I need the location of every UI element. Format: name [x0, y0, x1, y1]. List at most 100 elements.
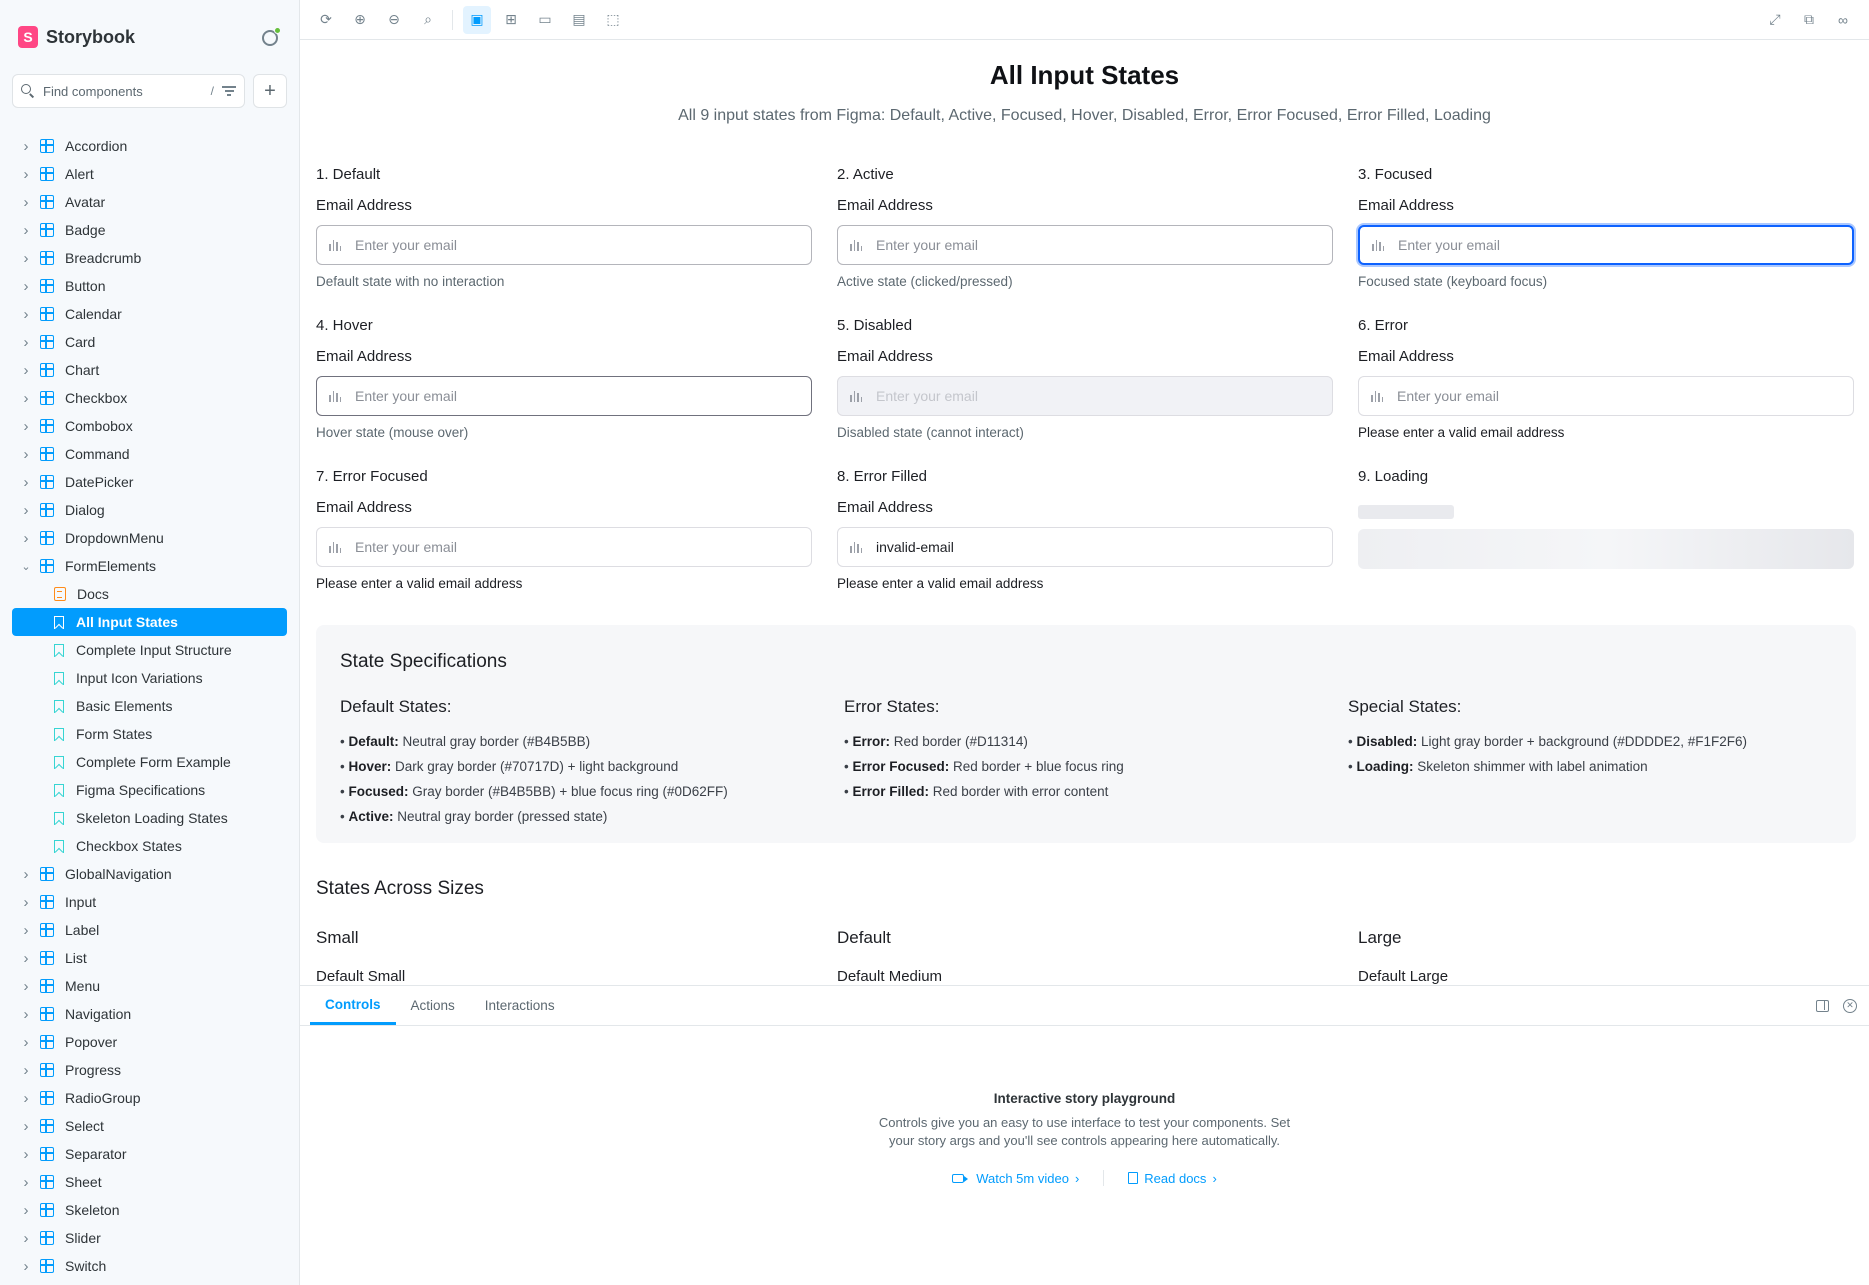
chevron-right-icon: › — [23, 277, 29, 295]
document-icon — [1128, 1172, 1139, 1184]
spec-key: Error Focused: — [852, 759, 950, 774]
sidebar-story-label: Form States — [76, 726, 153, 742]
sidebar-story-all-input-states[interactable]: All Input States — [12, 608, 287, 636]
sidebar-item-label[interactable]: › Label — [0, 916, 299, 944]
sidebar-item-input[interactable]: › Input — [0, 888, 299, 916]
chevron-right-icon: › — [23, 949, 29, 967]
component-icon — [40, 251, 54, 265]
email-input[interactable]: Enter your email — [316, 527, 812, 567]
size-column: Large Default Large — [1358, 928, 1854, 985]
spec-item: • Error Focused: Red border + blue focus… — [844, 759, 1124, 774]
sidebar-item-slider[interactable]: › Slider — [0, 1224, 299, 1252]
chevron-right-icon: › — [23, 445, 29, 463]
input-leading-icon — [329, 541, 343, 553]
grid-icon[interactable]: ⊞ — [497, 6, 525, 34]
sidebar-item-globalnavigation[interactable]: › GlobalNavigation — [0, 860, 299, 888]
settings-status-icon[interactable] — [261, 27, 281, 47]
sidebar-item-command[interactable]: › Command — [0, 440, 299, 468]
bookmark-icon — [54, 643, 64, 657]
zoom-reset-icon[interactable]: ⌕ — [414, 6, 442, 34]
chevron-right-icon: › — [23, 193, 29, 211]
tab-actions[interactable]: Actions — [396, 986, 470, 1025]
search-input[interactable]: Find components / — [12, 74, 245, 108]
sidebar-item-list[interactable]: › List — [0, 944, 299, 972]
sidebar-item-combobox[interactable]: › Combobox — [0, 412, 299, 440]
sidebar-item-menu[interactable]: › Menu — [0, 972, 299, 1000]
sidebar-item-calendar[interactable]: › Calendar — [0, 300, 299, 328]
measure-icon[interactable]: ▤ — [565, 6, 593, 34]
sidebar-item-breadcrumb[interactable]: › Breadcrumb — [0, 244, 299, 272]
sidebar-story-form-states[interactable]: Form States — [0, 720, 299, 748]
sidebar-item-accordion[interactable]: › Accordion — [0, 132, 299, 160]
email-input[interactable]: invalid-email — [837, 527, 1333, 567]
sidebar-item-table[interactable]: ›Table — [0, 1280, 299, 1285]
fullscreen-icon[interactable]: ⤢ — [1761, 6, 1789, 34]
sidebar-item-avatar[interactable]: › Avatar — [0, 188, 299, 216]
sidebar-story-basic-elements[interactable]: Basic Elements — [0, 692, 299, 720]
component-icon — [40, 167, 54, 181]
reload-icon[interactable]: ⟳ — [312, 6, 340, 34]
email-input[interactable]: Enter your email — [316, 376, 812, 416]
sidebar-item-dropdownmenu[interactable]: › DropdownMenu — [0, 524, 299, 552]
sidebar-item-skeleton[interactable]: › Skeleton — [0, 1196, 299, 1224]
sidebar-item-chart[interactable]: › Chart — [0, 356, 299, 384]
sidebar-item-popover[interactable]: › Popover — [0, 1028, 299, 1056]
sidebar-item-formelements[interactable]: ⌄ FormElements — [0, 552, 299, 580]
sidebar-item-switch[interactable]: › Switch — [0, 1252, 299, 1280]
component-icon — [40, 139, 54, 153]
spec-column: Default States: • Default: Neutral gray b… — [340, 697, 844, 829]
sidebar-story-skeleton-loading-states[interactable]: Skeleton Loading States — [0, 804, 299, 832]
chevron-right-icon: › — [23, 1089, 29, 1107]
state-title: 9. Loading — [1358, 468, 1429, 485]
panel-orientation-icon[interactable] — [1816, 999, 1829, 1012]
sidebar-item-checkbox[interactable]: › Checkbox — [0, 384, 299, 412]
tab-interactions[interactable]: Interactions — [470, 986, 570, 1025]
outline-icon[interactable]: ⬚ — [599, 6, 627, 34]
zoom-out-icon[interactable]: ⊖ — [380, 6, 408, 34]
sidebar-story-checkbox-states[interactable]: Checkbox States — [0, 832, 299, 860]
sidebar-story-complete-form-example[interactable]: Complete Form Example — [0, 748, 299, 776]
zoom-in-icon[interactable]: ⊕ — [346, 6, 374, 34]
watch-video-link[interactable]: Watch 5m video › — [952, 1171, 1079, 1186]
email-input[interactable]: Enter your email — [837, 225, 1333, 265]
sidebar-item-label: Skeleton — [65, 1202, 120, 1218]
tab-controls[interactable]: Controls — [310, 986, 396, 1025]
sidebar-story-docs[interactable]: Docs — [0, 580, 299, 608]
read-docs-link[interactable]: Read docs › — [1128, 1171, 1217, 1186]
sidebar-item-badge[interactable]: › Badge — [0, 216, 299, 244]
sidebar-item-datepicker[interactable]: › DatePicker — [0, 468, 299, 496]
filter-icon[interactable] — [222, 86, 236, 96]
email-input[interactable]: Enter your email — [316, 225, 812, 265]
sidebar-item-sheet[interactable]: › Sheet — [0, 1168, 299, 1196]
sidebar-story-figma-specifications[interactable]: Figma Specifications — [0, 776, 299, 804]
open-new-tab-icon[interactable]: ⧉ — [1795, 6, 1823, 34]
component-icon — [40, 867, 54, 881]
input-value: invalid-email — [876, 539, 954, 555]
close-panel-icon[interactable]: ✕ — [1843, 998, 1857, 1013]
email-input[interactable]: Enter your email — [1358, 225, 1854, 265]
spec-item: • Hover: Dark gray border (#70717D) + li… — [340, 759, 679, 774]
chevron-right-icon: › — [23, 865, 29, 883]
state-title: 8. Error Filled — [837, 468, 928, 485]
input-leading-icon — [1372, 239, 1386, 251]
storybook-logo[interactable]: S Storybook — [18, 26, 135, 48]
sidebar-item-progress[interactable]: › Progress — [0, 1056, 299, 1084]
state-cell: 2. Active Email Address Enter your email Ac… — [837, 162, 1333, 313]
sidebar-item-label: Input — [65, 894, 97, 910]
sidebar-item-card[interactable]: › Card — [0, 328, 299, 356]
sidebar-item-select[interactable]: › Select — [0, 1112, 299, 1140]
sidebar-item-dialog[interactable]: › Dialog — [0, 496, 299, 524]
viewport-icon[interactable]: ▭ — [531, 6, 559, 34]
sidebar-item-button[interactable]: › Button — [0, 272, 299, 300]
sidebar-item-radiogroup[interactable]: › RadioGroup — [0, 1084, 299, 1112]
sidebar-story-input-icon-variations[interactable]: Input Icon Variations — [0, 664, 299, 692]
sidebar-story-complete-input-structure[interactable]: Complete Input Structure — [0, 636, 299, 664]
add-button[interactable]: + — [253, 74, 287, 108]
sidebar-item-alert[interactable]: › Alert — [0, 160, 299, 188]
copy-link-icon[interactable]: ∞ — [1829, 6, 1857, 34]
background-icon[interactable]: ▣ — [463, 5, 491, 34]
sidebar-item-separator[interactable]: › Separator — [0, 1140, 299, 1168]
email-input[interactable]: Enter your email — [1358, 376, 1854, 416]
size-heading: Large — [1358, 928, 1402, 947]
sidebar-item-navigation[interactable]: › Navigation — [0, 1000, 299, 1028]
